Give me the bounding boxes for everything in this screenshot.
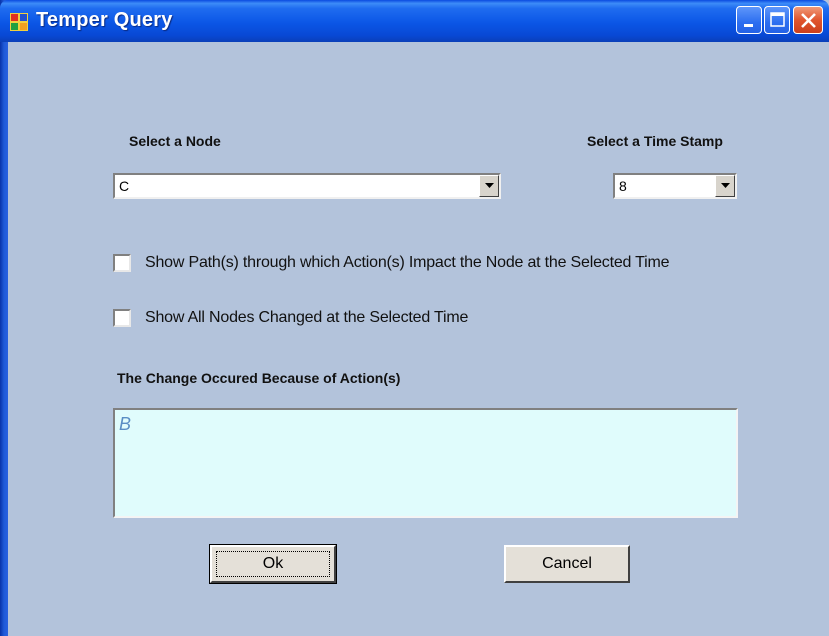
cancel-button[interactable]: Cancel <box>504 545 630 583</box>
actions-result-text: B <box>119 414 132 434</box>
node-select-value: C <box>119 178 130 194</box>
maximize-button[interactable] <box>764 6 790 34</box>
show-all-nodes-checkbox[interactable] <box>113 309 131 327</box>
select-node-label: Select a Node <box>129 133 221 149</box>
select-time-stamp-label: Select a Time Stamp <box>587 133 723 149</box>
temper-query-window: Temper Query Select a Node Select a Time… <box>0 0 829 636</box>
time-stamp-dropdown-button[interactable] <box>715 175 735 197</box>
time-stamp-select-value: 8 <box>619 178 627 194</box>
close-icon <box>801 13 816 28</box>
chevron-down-icon <box>721 183 730 188</box>
show-path-label[interactable]: Show Path(s) through which Action(s) Imp… <box>145 254 670 272</box>
focus-rectangle <box>216 551 330 577</box>
app-icon <box>10 13 28 31</box>
title-bar[interactable]: Temper Query <box>0 0 829 42</box>
actions-result-box[interactable]: B <box>113 408 738 518</box>
minimize-icon <box>744 24 753 27</box>
show-all-nodes-label[interactable]: Show All Nodes Changed at the Selected T… <box>145 309 468 327</box>
chevron-down-icon <box>485 183 494 188</box>
cancel-button-label: Cancel <box>542 555 592 572</box>
node-select[interactable]: C <box>113 173 501 199</box>
close-button[interactable] <box>793 6 823 34</box>
window-left-border <box>0 0 8 636</box>
show-path-checkbox[interactable] <box>113 254 131 272</box>
maximize-icon <box>770 12 785 27</box>
change-reason-label: The Change Occured Because of Action(s) <box>117 370 401 386</box>
ok-button[interactable]: Ok <box>209 544 337 584</box>
node-select-dropdown-button[interactable] <box>479 175 499 197</box>
time-stamp-select[interactable]: 8 <box>613 173 737 199</box>
window-title: Temper Query <box>36 9 173 31</box>
minimize-button[interactable] <box>736 6 762 34</box>
